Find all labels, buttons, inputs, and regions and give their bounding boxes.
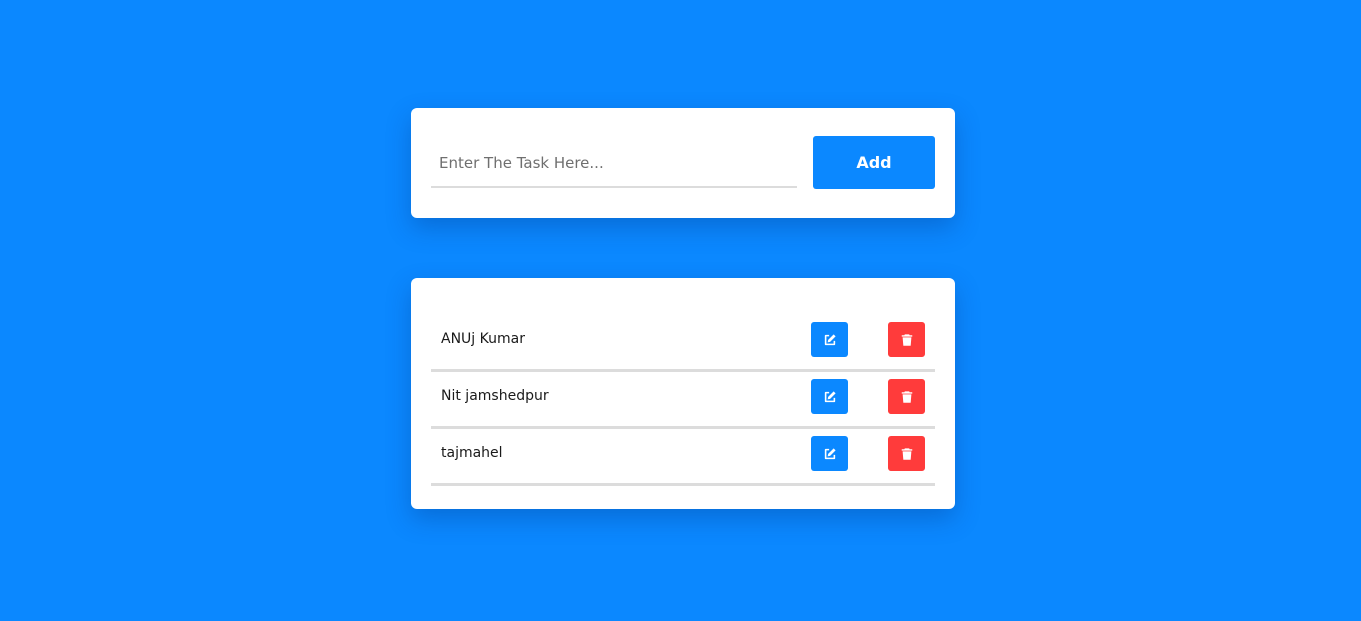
task-input-card: Add <box>411 108 955 218</box>
task-row: ANUj Kumar <box>431 315 935 372</box>
task-input[interactable] <box>431 140 797 188</box>
edit-icon <box>823 390 837 404</box>
add-button[interactable]: Add <box>813 136 935 189</box>
edit-icon <box>823 447 837 461</box>
edit-task-button[interactable] <box>811 322 848 357</box>
edit-icon <box>823 333 837 347</box>
task-row: Nit jamshedpur <box>431 372 935 429</box>
task-list: ANUj Kumar Nit jamshedpur tajmahel <box>431 315 935 486</box>
edit-task-button[interactable] <box>811 436 848 471</box>
task-text: Nit jamshedpur <box>441 388 549 404</box>
delete-task-button[interactable] <box>888 379 925 414</box>
delete-task-button[interactable] <box>888 436 925 471</box>
trash-icon <box>900 333 914 347</box>
delete-task-button[interactable] <box>888 322 925 357</box>
task-row: tajmahel <box>431 429 935 486</box>
trash-icon <box>900 390 914 404</box>
trash-icon <box>900 447 914 461</box>
task-list-card: ANUj Kumar Nit jamshedpur tajmahel <box>411 278 955 509</box>
edit-task-button[interactable] <box>811 379 848 414</box>
task-text: tajmahel <box>441 445 503 461</box>
task-text: ANUj Kumar <box>441 331 525 347</box>
